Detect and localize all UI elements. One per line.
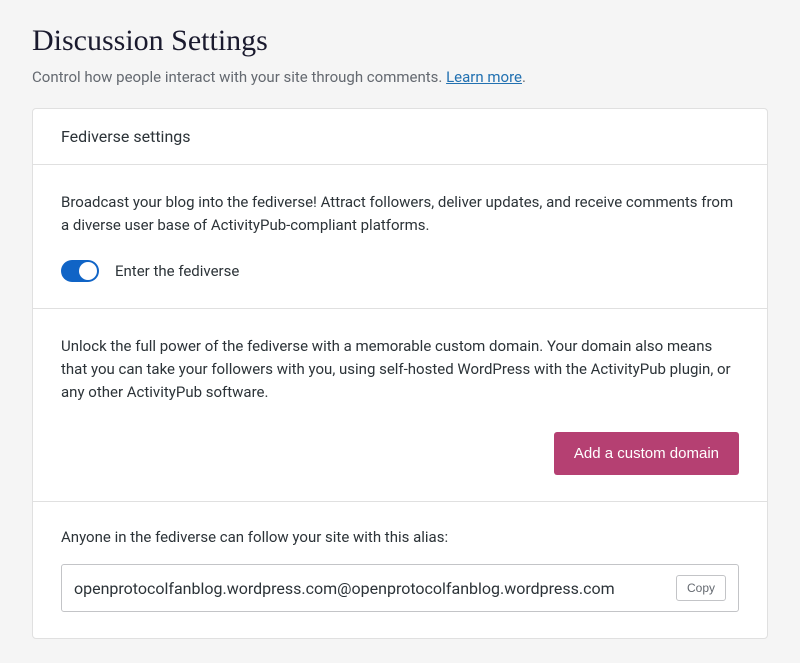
enter-fediverse-row: Enter the fediverse xyxy=(61,260,739,282)
card-header: Fediverse settings xyxy=(33,109,767,165)
alias-label: Anyone in the fediverse can follow your … xyxy=(61,528,739,546)
custom-domain-button-row: Add a custom domain xyxy=(61,432,739,475)
page-title: Discussion Settings xyxy=(32,24,768,58)
alias-section: Anyone in the fediverse can follow your … xyxy=(33,502,767,638)
custom-domain-description: Unlock the full power of the fediverse w… xyxy=(61,335,739,405)
copy-alias-button[interactable]: Copy xyxy=(676,575,726,601)
enter-fediverse-label: Enter the fediverse xyxy=(115,262,239,280)
fediverse-settings-card: Fediverse settings Broadcast your blog i… xyxy=(32,108,768,639)
broadcast-section: Broadcast your blog into the fediverse! … xyxy=(33,165,767,309)
alias-box: openprotocolfanblog.wordpress.com@openpr… xyxy=(61,564,739,612)
custom-domain-section: Unlock the full power of the fediverse w… xyxy=(33,309,767,503)
subtitle-text: Control how people interact with your si… xyxy=(32,68,446,86)
learn-more-link[interactable]: Learn more xyxy=(446,68,522,86)
broadcast-description: Broadcast your blog into the fediverse! … xyxy=(61,191,739,238)
page-subtitle: Control how people interact with your si… xyxy=(32,68,768,86)
enter-fediverse-toggle[interactable] xyxy=(61,260,99,282)
subtitle-suffix: . xyxy=(522,68,526,86)
toggle-knob xyxy=(79,262,97,280)
add-custom-domain-button[interactable]: Add a custom domain xyxy=(554,432,739,475)
alias-value: openprotocolfanblog.wordpress.com@openpr… xyxy=(74,579,664,598)
